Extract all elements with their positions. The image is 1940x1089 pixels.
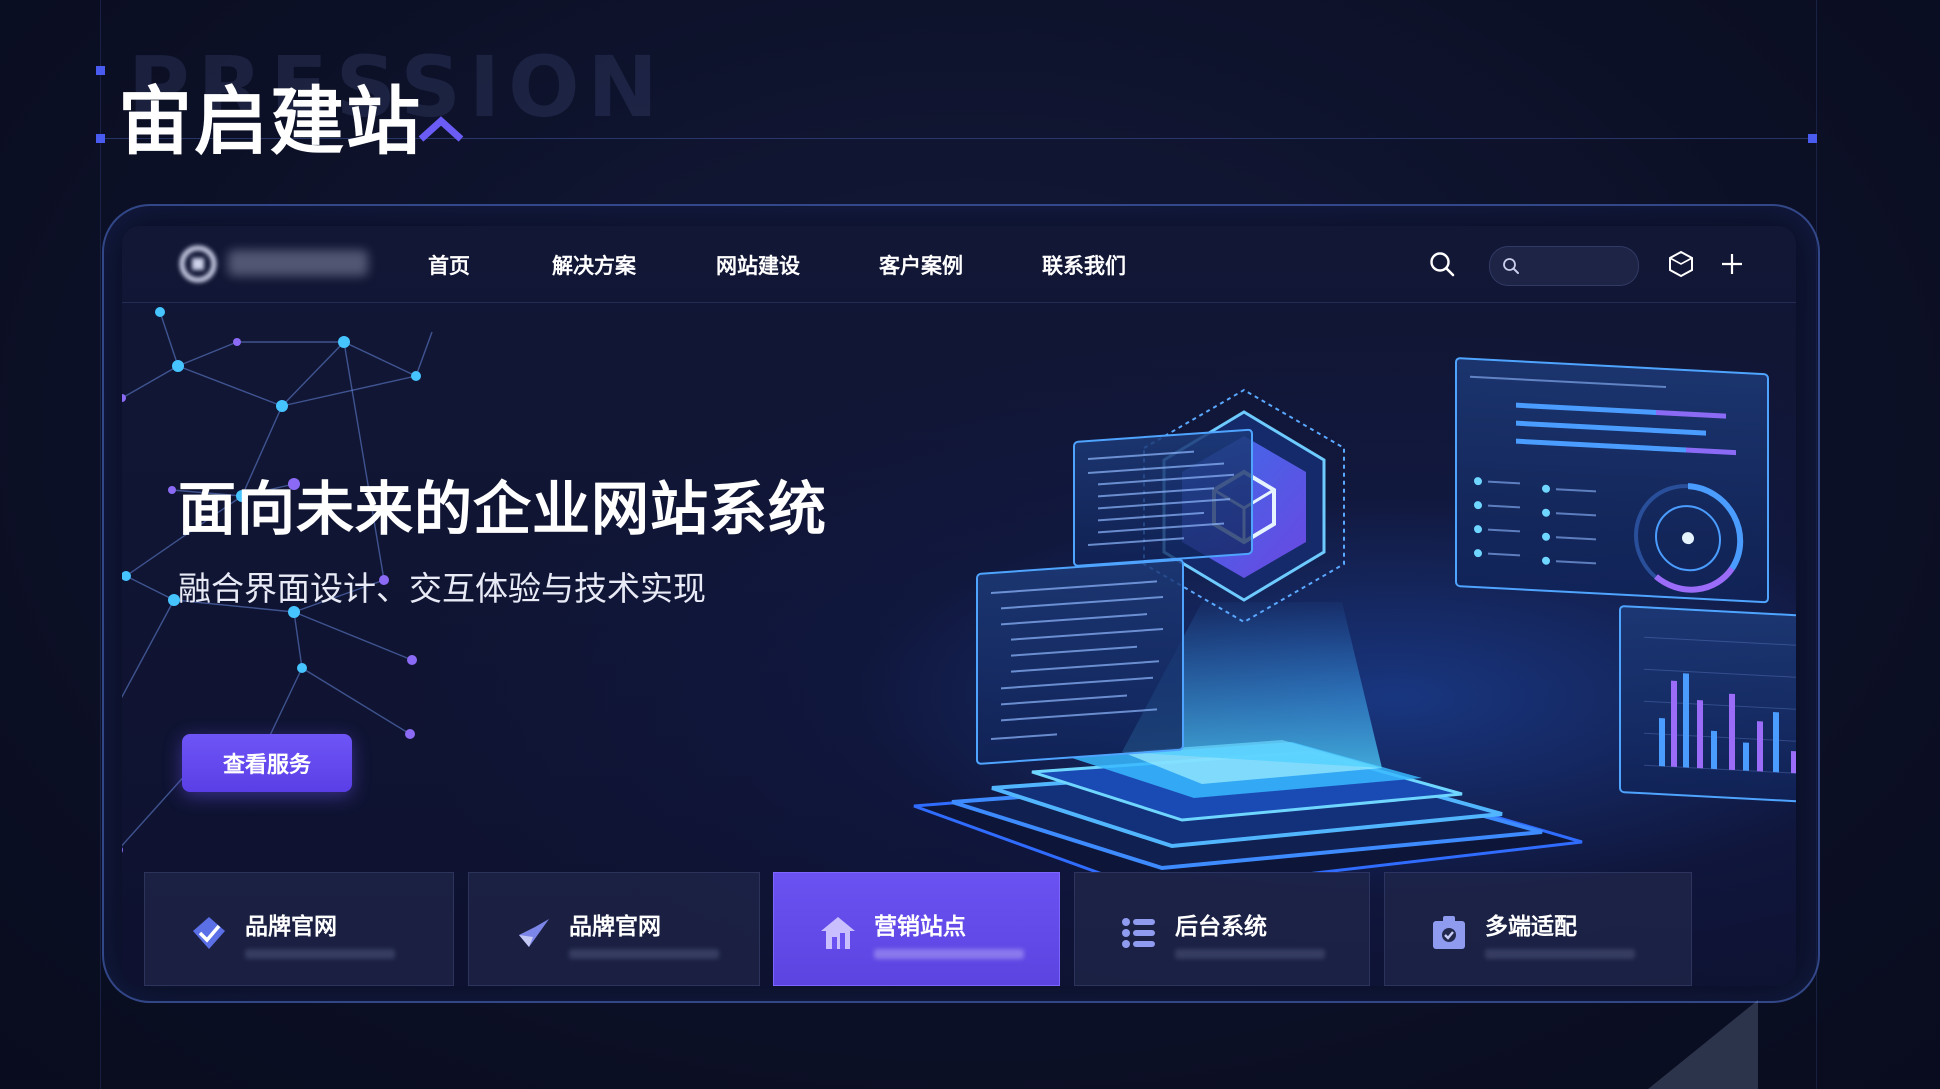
card-title: 多端适配 [1485,914,1577,940]
slide-title: 宙启建站 [118,79,422,165]
card-title: 后台系统 [1175,914,1267,940]
view-services-button[interactable]: 查看服务 [182,734,352,792]
decorative-light-beam [1648,1000,1758,1089]
nav-item-solutions[interactable]: 解决方案 [552,250,636,280]
card-title: 品牌官网 [245,914,337,940]
service-card-brand-site[interactable]: 品牌官网 [144,872,454,986]
hero-subtitle: 融合界面设计、交互体验与技术实现 [178,569,706,608]
diamond-check-icon [193,917,225,949]
search-input[interactable] [1526,256,1630,278]
card-description-blurred [1485,949,1635,959]
search-icon [1503,258,1519,274]
card-description-blurred [1175,949,1325,959]
card-description-blurred [874,949,1024,959]
nav-item-home[interactable]: 首页 [428,250,470,280]
service-card-brand-site-2[interactable]: 品牌官网 [468,872,760,986]
card-description-blurred [569,949,719,959]
guide-dot [96,134,105,143]
card-title: 品牌官网 [569,914,661,940]
guide-dot [1808,134,1817,143]
brand-logo-icon[interactable] [178,244,218,284]
plus-icon[interactable] [1720,252,1744,276]
card-title: 营销站点 [874,914,966,940]
guide-dot [96,66,105,75]
website-mockup: 首页 解决方案 网站建设 客户案例 联系我们 面向未来的企业网站系统 融合界面设… [122,226,1796,986]
chevron-up-icon [418,116,464,142]
cube-icon[interactable] [1668,250,1694,278]
service-card-multi-device[interactable]: 多端适配 [1384,872,1692,986]
nav-item-cases[interactable]: 客户案例 [879,250,963,280]
brand-name-blurred[interactable] [228,250,368,276]
house-chart-icon [821,917,855,949]
devices-icon [1433,916,1465,949]
nav-item-contact[interactable]: 联系我们 [1042,250,1126,280]
feather-check-icon [519,919,549,947]
search-icon[interactable] [1428,250,1456,278]
guide-line [100,0,101,1089]
hero-title: 面向未来的企业网站系统 [178,475,828,543]
search-field[interactable] [1489,246,1639,286]
nav-item-website-building[interactable]: 网站建设 [716,250,800,280]
navbar: 首页 解决方案 网站建设 客户案例 联系我们 [122,226,1796,303]
hero-illustration [913,357,1796,872]
service-card-admin-system[interactable]: 后台系统 [1074,872,1370,986]
card-description-blurred [245,949,395,959]
list-icon [1122,918,1155,948]
service-card-marketing-site[interactable]: 营销站点 [773,872,1060,986]
slide: PRESSION 宙启建站 首页 解决方案 网站建设 客户案例 联系我们 面向未… [0,0,1940,1089]
